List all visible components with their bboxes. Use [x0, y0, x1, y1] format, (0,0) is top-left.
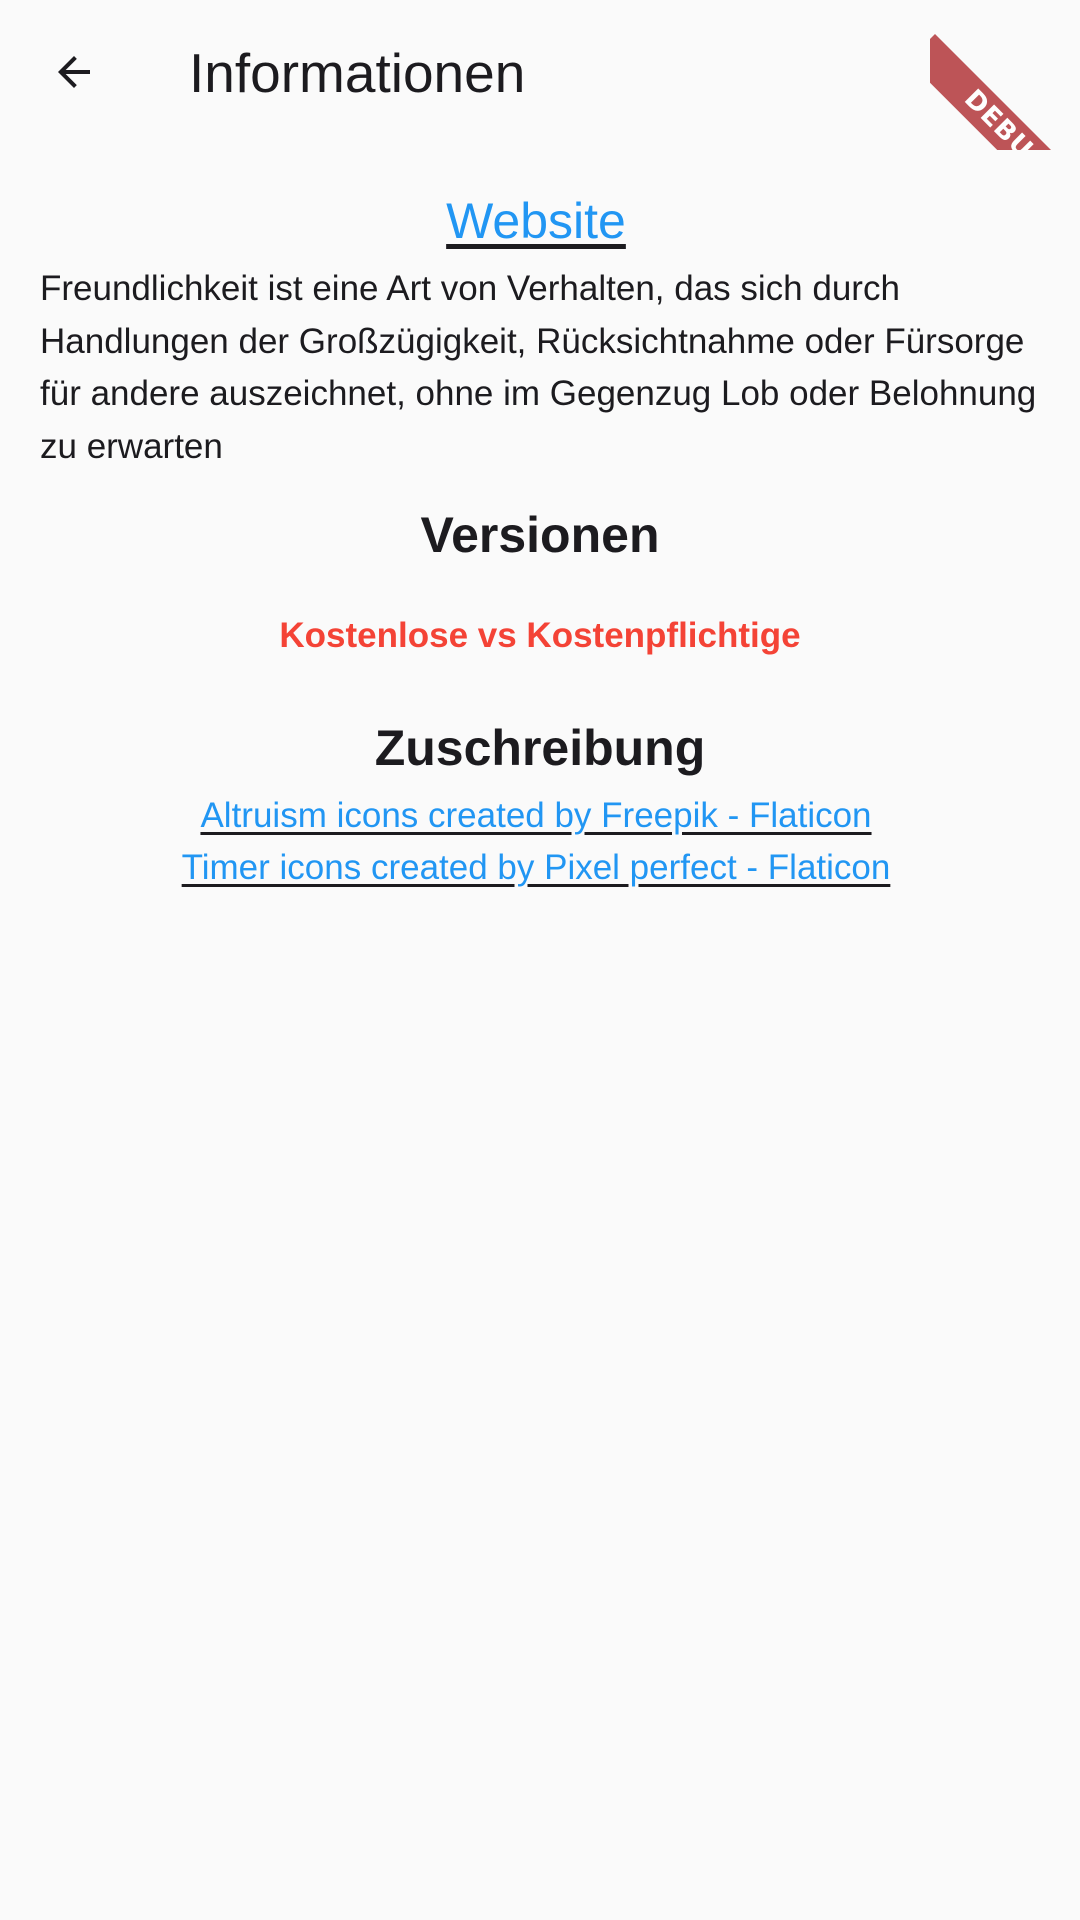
attribution-link-timer[interactable]: Timer icons created by Pixel perfect - F…	[0, 844, 1072, 892]
attribution-heading: Zuschreibung	[374, 720, 706, 776]
description-text: Freundlichkeit ist eine Art von Verhalte…	[40, 269, 1037, 466]
page-title: Informationen	[189, 42, 526, 104]
app-bar: Informationen	[0, 0, 1080, 147]
website-link[interactable]: Website	[0, 187, 1072, 255]
attribution-link-altruism[interactable]: Altruism icons created by Freepik - Flat…	[0, 792, 1072, 840]
versions-heading: Versionen	[420, 507, 660, 563]
back-button[interactable]	[30, 30, 118, 118]
arrow-back-icon	[50, 48, 98, 101]
versions-comparison-link[interactable]: Kostenlose vs Kostenpflichtige	[0, 614, 1080, 658]
